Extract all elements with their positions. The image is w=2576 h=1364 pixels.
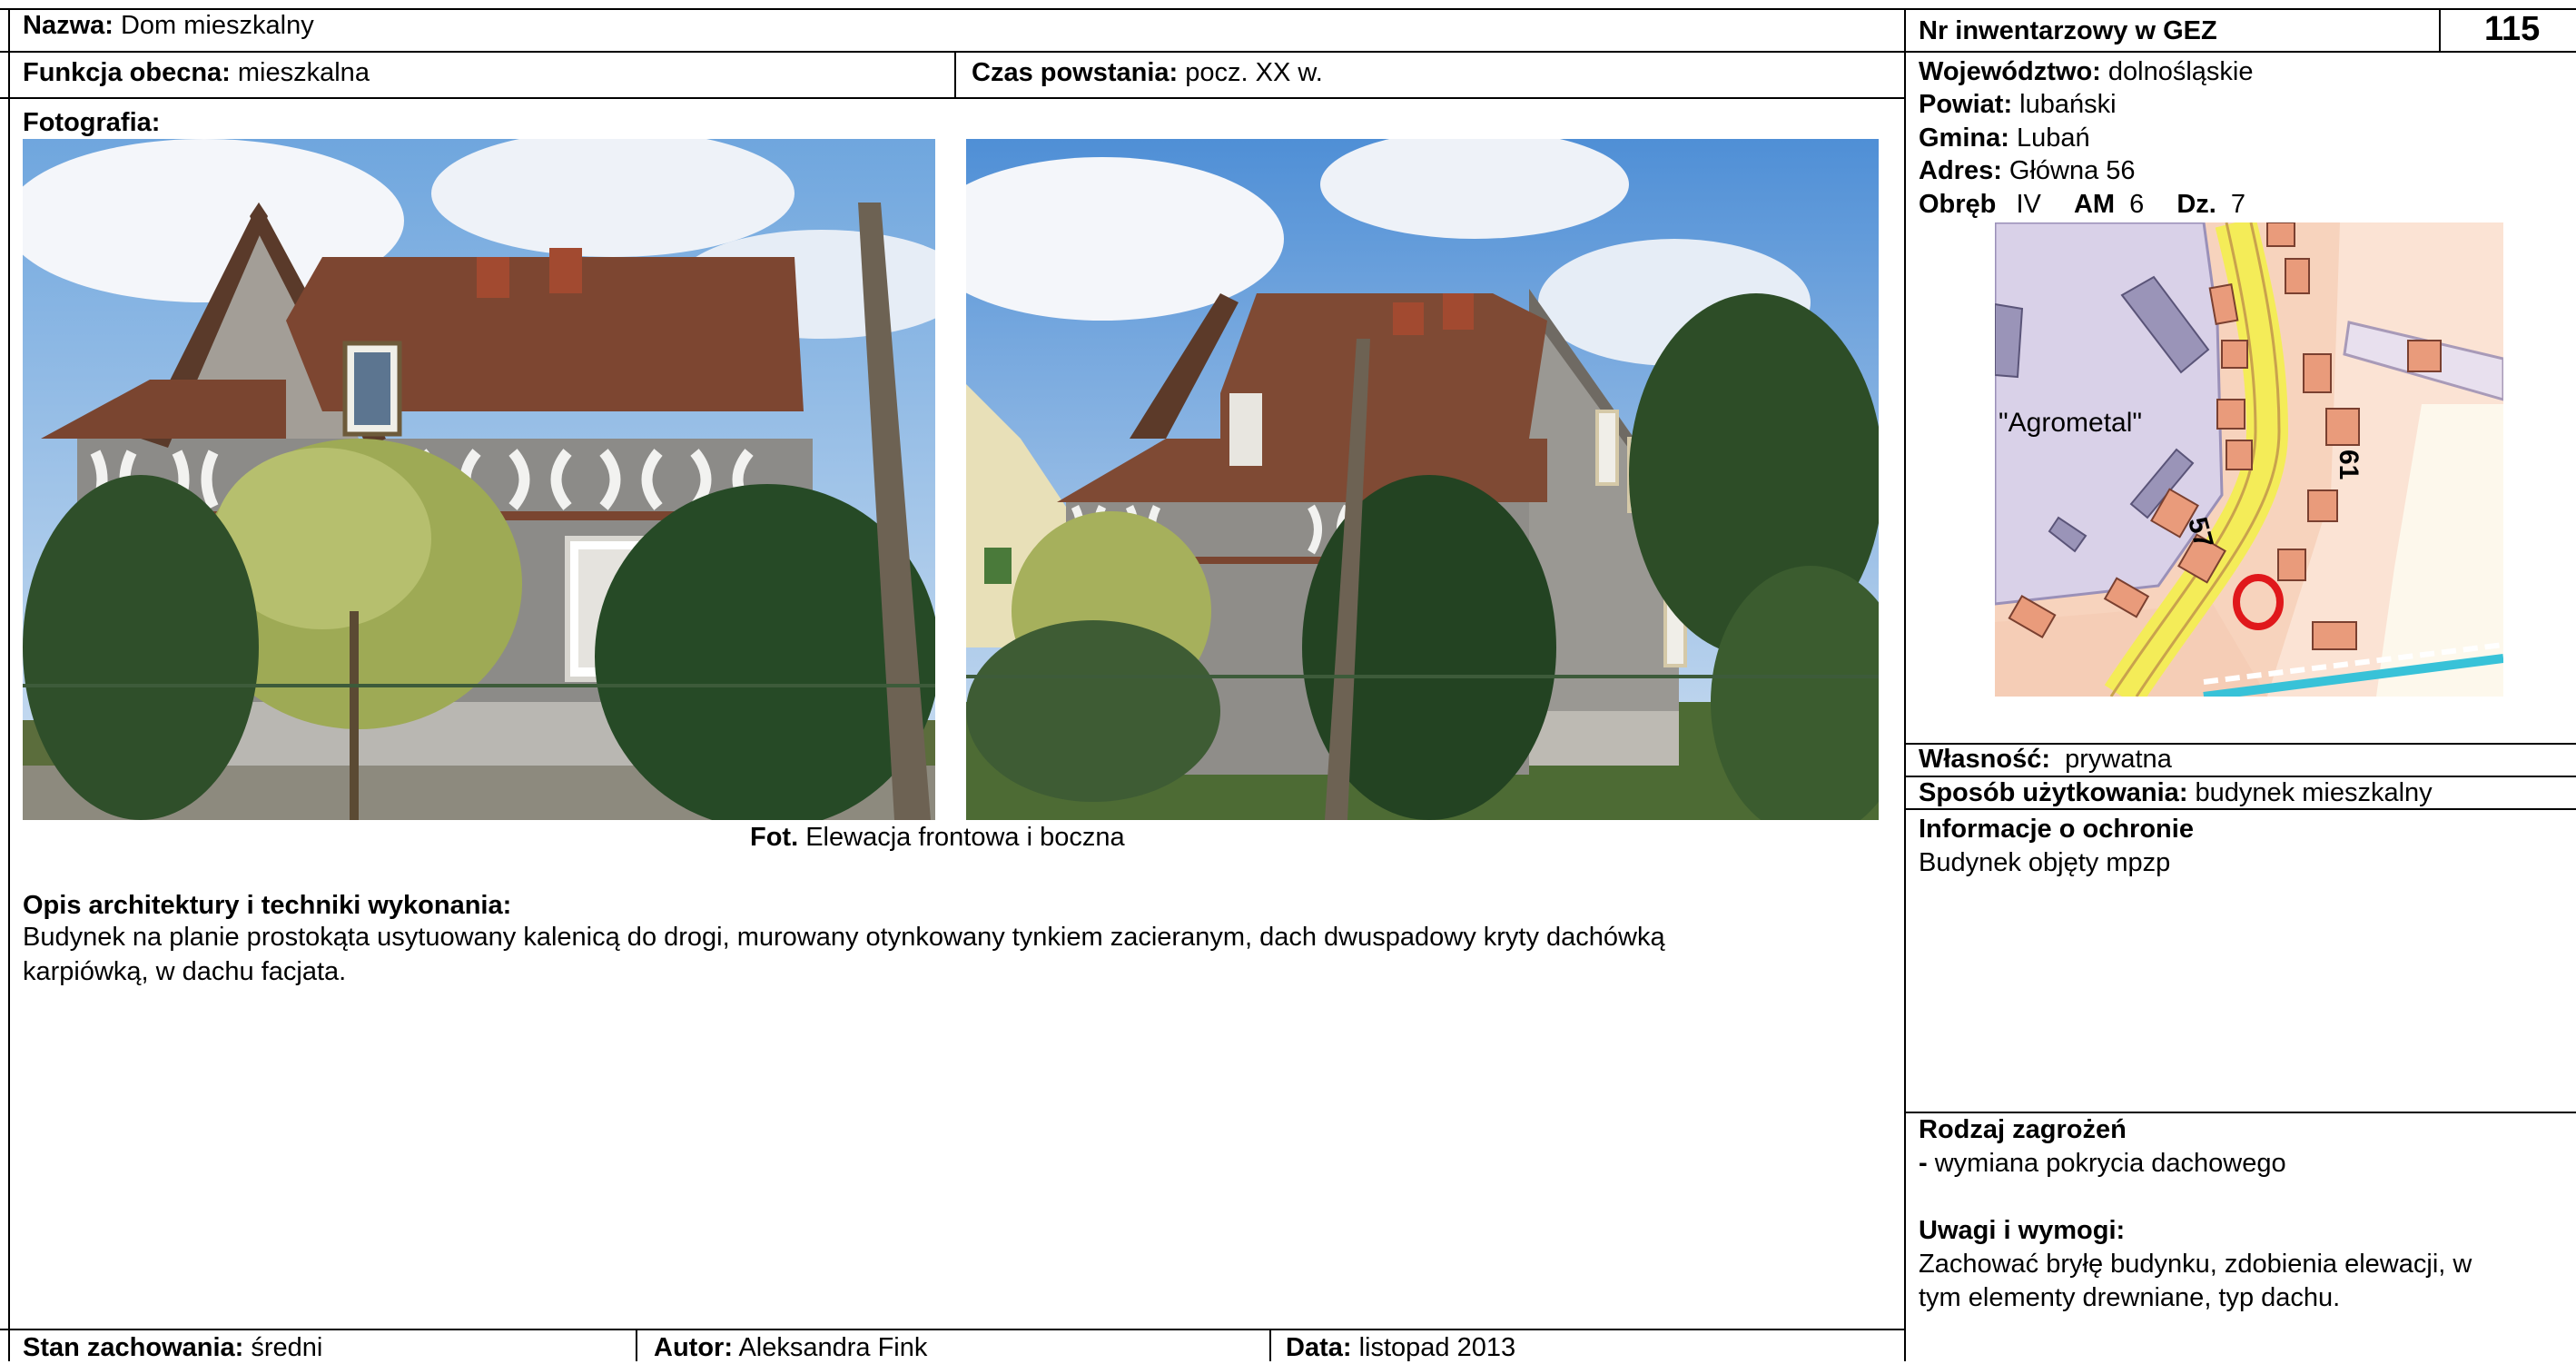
- photo-front-elevation: [23, 139, 935, 820]
- commune-field: Gmina: Lubań: [1919, 124, 2090, 153]
- author-value: Aleksandra Fink: [732, 1333, 928, 1362]
- county-field: Powiat: lubański: [1919, 90, 2117, 119]
- caption-label: Fot.: [750, 823, 799, 852]
- date-label: Data:: [1286, 1333, 1352, 1362]
- precinct-value: IV: [2016, 190, 2041, 219]
- function-field: Funkcja obecna: mieszkalna: [23, 56, 370, 89]
- dz-value: 7: [2230, 190, 2246, 219]
- date-built-value: pocz. XX w.: [1178, 58, 1323, 87]
- photo-row-divider: [0, 97, 1904, 99]
- address-field: Adres: Główna 56: [1919, 156, 2136, 185]
- condition-field: Stan zachowania: średni: [23, 1331, 322, 1364]
- description-text: Budynek na planie prostokąta usytuowany …: [23, 920, 1893, 989]
- caption-text: Elewacja frontowa i boczna: [798, 823, 1125, 852]
- am-label: AM: [2073, 190, 2116, 219]
- name-value: Dom mieszkalny: [113, 11, 314, 40]
- photo-caption: Fot. Elewacja frontowa i boczna: [750, 821, 1125, 854]
- threats-bullet: -: [1919, 1149, 1928, 1178]
- threats-value: wymiana pokrycia dachowego: [1927, 1149, 2286, 1178]
- remarks-label: Uwagi i wymogi:: [1919, 1216, 2126, 1245]
- description-line-1: Budynek na planie prostokąta usytuowany …: [23, 923, 1665, 952]
- map-house-number-61: 61: [2334, 450, 2364, 479]
- date-field: Data: listopad 2013: [1286, 1331, 1515, 1364]
- top-border: [0, 8, 2576, 10]
- footer-row-divider: [0, 1329, 1904, 1330]
- precinct-label: Obręb: [1919, 190, 1997, 219]
- condition-label: Stan zachowania:: [23, 1333, 244, 1362]
- photos-label: Fotografia:: [23, 108, 161, 137]
- map-graphic: "Agrometal" 57 61: [1995, 222, 2503, 697]
- threats-label: Rodzaj zagrożeń: [1919, 1115, 2127, 1144]
- condition-value: średni: [243, 1333, 323, 1362]
- protection-label: Informacje o ochronie: [1919, 815, 2194, 844]
- am-value: 6: [2129, 190, 2145, 219]
- usage-label: Sposób użytkowania:: [1919, 778, 2188, 807]
- usage-row-divider: [1904, 808, 2576, 810]
- function-value: mieszkalna: [230, 58, 370, 87]
- description-line-2: karpiówką, w dachu facjata.: [23, 957, 347, 986]
- inventory-label: Nr inwentarzowy w GEZ: [1919, 16, 2217, 45]
- usage-value: budynek mieszkalny: [2187, 778, 2433, 807]
- inventory-number: 115: [2484, 10, 2541, 48]
- usage-field: Sposób użytkowania: budynek mieszkalny: [1919, 776, 2433, 809]
- name-label: Nazwa:: [23, 11, 114, 40]
- date-built-label: Czas powstania:: [972, 58, 1179, 87]
- photo-side-elevation: [966, 139, 1879, 820]
- left-border: [8, 8, 10, 1361]
- name-field: Nazwa: Dom mieszkalny: [23, 9, 314, 42]
- date-cell-divider: [954, 51, 956, 97]
- inventory-number-divider: [2439, 8, 2441, 51]
- dz-label: Dz.: [2176, 190, 2216, 219]
- remarks-line-1: Zachować bryłę budynku, zdobienia elewac…: [1919, 1250, 2472, 1279]
- author-field: Autor: Aleksandra Fink: [654, 1331, 927, 1364]
- ownership-label: Własność:: [1919, 745, 2051, 774]
- description-label: Opis architektury i techniki wykonania:: [23, 891, 512, 920]
- map-area-label: "Agrometal": [1999, 408, 2142, 438]
- footer-date-divider: [1269, 1329, 1271, 1361]
- date-built-field: Czas powstania: pocz. XX w.: [972, 56, 1323, 89]
- protection-value: Budynek objęty mpzp: [1919, 848, 2171, 877]
- threats-item: - wymiana pokrycia dachowego: [1919, 1147, 2286, 1180]
- ownership-field: Własność: prywatna: [1919, 743, 2172, 776]
- function-label: Funkcja obecna:: [23, 58, 231, 87]
- main-column-divider: [1904, 8, 1906, 1361]
- header-row-divider: [0, 51, 2576, 53]
- ownership-value: prywatna: [2050, 745, 2172, 774]
- date-value: listopad 2013: [1351, 1333, 1516, 1362]
- location-map: "Agrometal" 57 61: [1995, 222, 2503, 697]
- remarks-line-2: tym elementy drewniane, typ dachu.: [1919, 1283, 2341, 1312]
- footer-author-divider: [636, 1329, 637, 1361]
- voivodeship-field: Województwo: dolnośląskie: [1919, 57, 2254, 86]
- author-label: Autor:: [654, 1333, 733, 1362]
- cadastral-field: Obręb IV AM 6 Dz. 7: [1919, 188, 2245, 221]
